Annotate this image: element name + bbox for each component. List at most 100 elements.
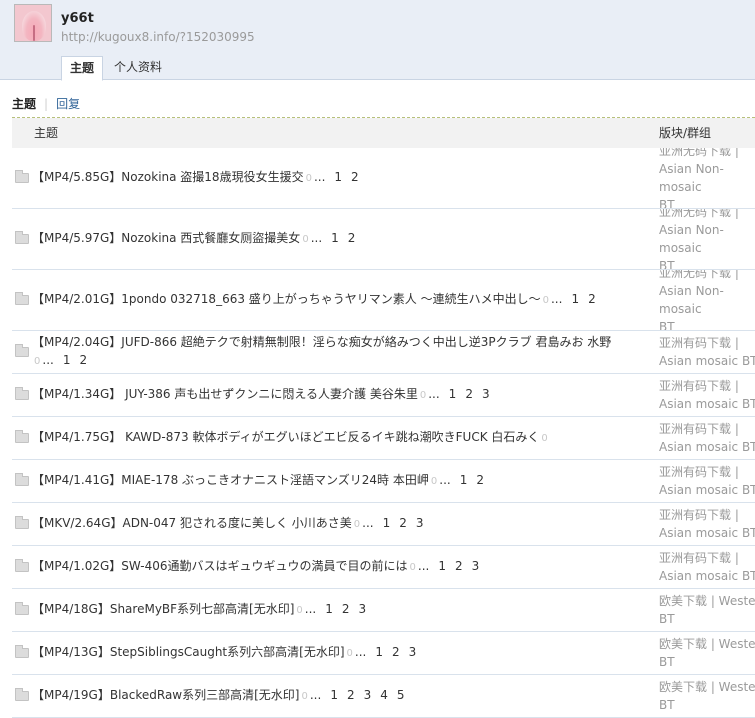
- page-link[interactable]: 1: [383, 516, 391, 530]
- page-link[interactable]: 1: [571, 292, 579, 306]
- forum-label-line: Asian mosaic BT: [659, 526, 755, 540]
- thread-title-cell: 【MP4/2.04G】JUFD-866 超絶テクで射精無制限！淫らな痴女が絡みつ…: [32, 333, 642, 371]
- thread-title-link[interactable]: 【MP4/18G】ShareMyBF系列七部高清[无水印]: [32, 602, 294, 616]
- forum-label-line: BT: [659, 259, 675, 270]
- subnav-replies-link[interactable]: 回复: [56, 97, 80, 111]
- thread-title-link[interactable]: 【MP4/5.97G】Nozokina 西式餐廳女厕盜撮美女: [32, 231, 300, 245]
- page-link[interactable]: 1: [449, 387, 457, 401]
- table-header: 主题 版块/群组: [12, 118, 755, 148]
- thread-title-cell: 【MP4/5.85G】Nozokina 盗撮18歳現役女生援交 0... 1 2: [32, 168, 642, 188]
- forum-cell[interactable]: 欧美下载 | Weste BT: [659, 678, 755, 714]
- forum-label-line: Asian mosaic BT: [659, 440, 755, 454]
- forum-label-line: 欧美下载 | Weste: [659, 594, 755, 608]
- thread-title-cell: 【MP4/18G】ShareMyBF系列七部高清[无水印] 0... 1 2 3: [32, 600, 642, 620]
- page-link[interactable]: 3: [409, 645, 417, 659]
- user-url[interactable]: http://kugoux8.info/?152030995: [61, 30, 255, 44]
- thread-title-link[interactable]: 【MP4/2.01G】1pondo 032718_663 盛り上がっちゃうヤリマ…: [32, 292, 541, 306]
- attachment-icon: 0: [34, 356, 41, 367]
- page-link[interactable]: 1: [63, 353, 71, 367]
- table-row: 【MP4/2.04G】JUFD-866 超絶テクで射精無制限！淫らな痴女が絡みつ…: [12, 331, 755, 374]
- forum-cell[interactable]: 亚洲有码下载 | Asian mosaic BT: [659, 420, 755, 456]
- pages-ellipsis: ...: [313, 170, 326, 184]
- page-link[interactable]: 1: [460, 473, 468, 487]
- username[interactable]: y66t: [61, 11, 94, 26]
- attachment-icon: 0: [541, 433, 548, 444]
- page-link[interactable]: 1: [325, 602, 333, 616]
- forum-cell[interactable]: 亚洲有码下载 | Asian mosaic BT: [659, 377, 755, 413]
- table-row: 【MP4/1.34G】 JUY-386 声も出せずクンニに悶える人妻介護 美谷朱…: [12, 374, 755, 417]
- table-row: 【MP4/5.97G】Nozokina 西式餐廳女厕盜撮美女 0... 1 2 亚洲无码…: [12, 209, 755, 270]
- page-link[interactable]: 3: [472, 559, 480, 573]
- table-row: 【MP4/2.01G】1pondo 032718_663 盛り上がっちゃうヤリマ…: [12, 270, 755, 331]
- forum-cell[interactable]: 亚洲有码下载 | Asian mosaic BT: [659, 463, 755, 499]
- page-link[interactable]: 3: [416, 516, 424, 530]
- page-link[interactable]: 2: [455, 559, 463, 573]
- pages-ellipsis: ...: [310, 231, 323, 245]
- page-link[interactable]: 3: [482, 387, 490, 401]
- forum-cell[interactable]: 亚洲无码下载 | Asian Non-mosaic BT: [659, 270, 755, 331]
- forum-label-line: BT: [659, 198, 675, 209]
- attachment-icon: 0: [409, 562, 416, 573]
- thread-title-link[interactable]: 【MKV/2.64G】ADN-047 犯される度に美しく 小川あさ美: [32, 516, 352, 530]
- thread-title-link[interactable]: 【MP4/1.02G】SW-406通勤バスはギュウギュウの満員で目の前には: [32, 559, 408, 573]
- forum-cell[interactable]: 亚洲有码下载 | Asian mosaic BT: [659, 506, 755, 542]
- avatar-image-detail: [33, 25, 35, 41]
- attachment-icon: 0: [542, 295, 549, 306]
- thread-title-link[interactable]: 【MP4/1.34G】 JUY-386 声も出せずクンニに悶える人妻介護 美谷朱…: [32, 387, 418, 401]
- page-link[interactable]: 2: [399, 516, 407, 530]
- page-link[interactable]: 2: [348, 231, 356, 245]
- thread-title-link[interactable]: 【MP4/13G】StepSiblingsCaught系列六部高清[无水印]: [32, 645, 345, 659]
- pages-ellipsis: ...: [42, 353, 54, 367]
- thread-list: 【MP4/5.85G】Nozokina 盗撮18歳現役女生援交 0... 1 2 亚洲无…: [12, 148, 755, 718]
- page-link[interactable]: 1: [330, 688, 338, 702]
- thread-title-link[interactable]: 【MP4/1.41G】MIAE-178 ぶっこきオナニスト淫語マンズリ24時 本…: [32, 473, 429, 487]
- page-link[interactable]: 1: [334, 170, 342, 184]
- forum-label-line: 亚洲有码下载 |: [659, 551, 739, 565]
- avatar[interactable]: [14, 4, 52, 42]
- forum-cell[interactable]: 欧美下载 | Weste BT: [659, 635, 755, 671]
- page-link[interactable]: 2: [347, 688, 355, 702]
- column-header-forum: 版块/群组: [659, 126, 712, 140]
- forum-cell[interactable]: 亚洲有码下载 | Asian mosaic BT: [659, 334, 755, 370]
- page-link[interactable]: 2: [476, 473, 484, 487]
- folder-icon: [15, 602, 29, 615]
- page-link[interactable]: 2: [342, 602, 350, 616]
- page-link[interactable]: 1: [438, 559, 446, 573]
- forum-cell[interactable]: 亚洲有码下载 | Asian mosaic BT: [659, 549, 755, 585]
- tab-profile[interactable]: 个人资料: [106, 56, 170, 81]
- page-link[interactable]: 5: [397, 688, 405, 702]
- thread-title-link[interactable]: 【MP4/1.75G】 KAWD-873 軟体ボディがエグいほどエビ反るイキ跳ね…: [32, 430, 539, 444]
- subnav-topics[interactable]: 主题: [12, 97, 36, 111]
- forum-label-line: 欧美下载 | Weste: [659, 637, 755, 651]
- forum-label-line: Asian mosaic BT: [659, 483, 755, 497]
- folder-icon: [15, 430, 29, 443]
- page-link[interactable]: 2: [79, 353, 87, 367]
- forum-cell[interactable]: 亚洲无码下载 | Asian Non-mosaic BT: [659, 209, 755, 270]
- forum-cell[interactable]: 欧美下载 | Weste BT: [659, 592, 755, 628]
- attachment-icon: 0: [419, 390, 427, 401]
- attachment-icon: 0: [353, 519, 361, 530]
- page-link[interactable]: 1: [375, 645, 383, 659]
- forum-label-line: 亚洲无码下载 |: [659, 209, 739, 219]
- page-link[interactable]: 2: [351, 170, 359, 184]
- folder-icon: [15, 645, 29, 658]
- page-link[interactable]: 2: [588, 292, 596, 306]
- forum-cell[interactable]: 亚洲无码下载 | Asian Non-mosaic BT: [659, 148, 755, 209]
- table-row: 【MKV/2.64G】ADN-047 犯される度に美しく 小川あさ美 0... 1 2…: [12, 503, 755, 546]
- page-link[interactable]: 3: [364, 688, 372, 702]
- forum-label-line: Asian mosaic BT: [659, 397, 755, 411]
- forum-label-line: BT: [659, 320, 675, 331]
- table-row: 【MP4/13G】StepSiblingsCaught系列六部高清[无水印] 0.…: [12, 632, 755, 675]
- thread-title-link[interactable]: 【MP4/19G】BlackedRaw系列三部高清[无水印]: [32, 688, 299, 702]
- table-row: 【MP4/18G】ShareMyBF系列七部高清[无水印] 0... 1 2 3 欧美下载…: [12, 589, 755, 632]
- forum-label-line: 亚洲无码下载 |: [659, 270, 739, 280]
- page-link[interactable]: 2: [392, 645, 400, 659]
- thread-title-link[interactable]: 【MP4/2.04G】JUFD-866 超絶テクで射精無制限！淫らな痴女が絡みつ…: [32, 335, 611, 349]
- thread-title-link[interactable]: 【MP4/5.85G】Nozokina 盗撮18歳現役女生援交: [32, 170, 304, 184]
- page-link[interactable]: 2: [465, 387, 473, 401]
- page-link[interactable]: 4: [380, 688, 388, 702]
- pages-ellipsis: ...: [417, 559, 430, 573]
- page-link[interactable]: 3: [359, 602, 367, 616]
- tab-topics[interactable]: 主题: [61, 56, 103, 81]
- page-link[interactable]: 1: [331, 231, 339, 245]
